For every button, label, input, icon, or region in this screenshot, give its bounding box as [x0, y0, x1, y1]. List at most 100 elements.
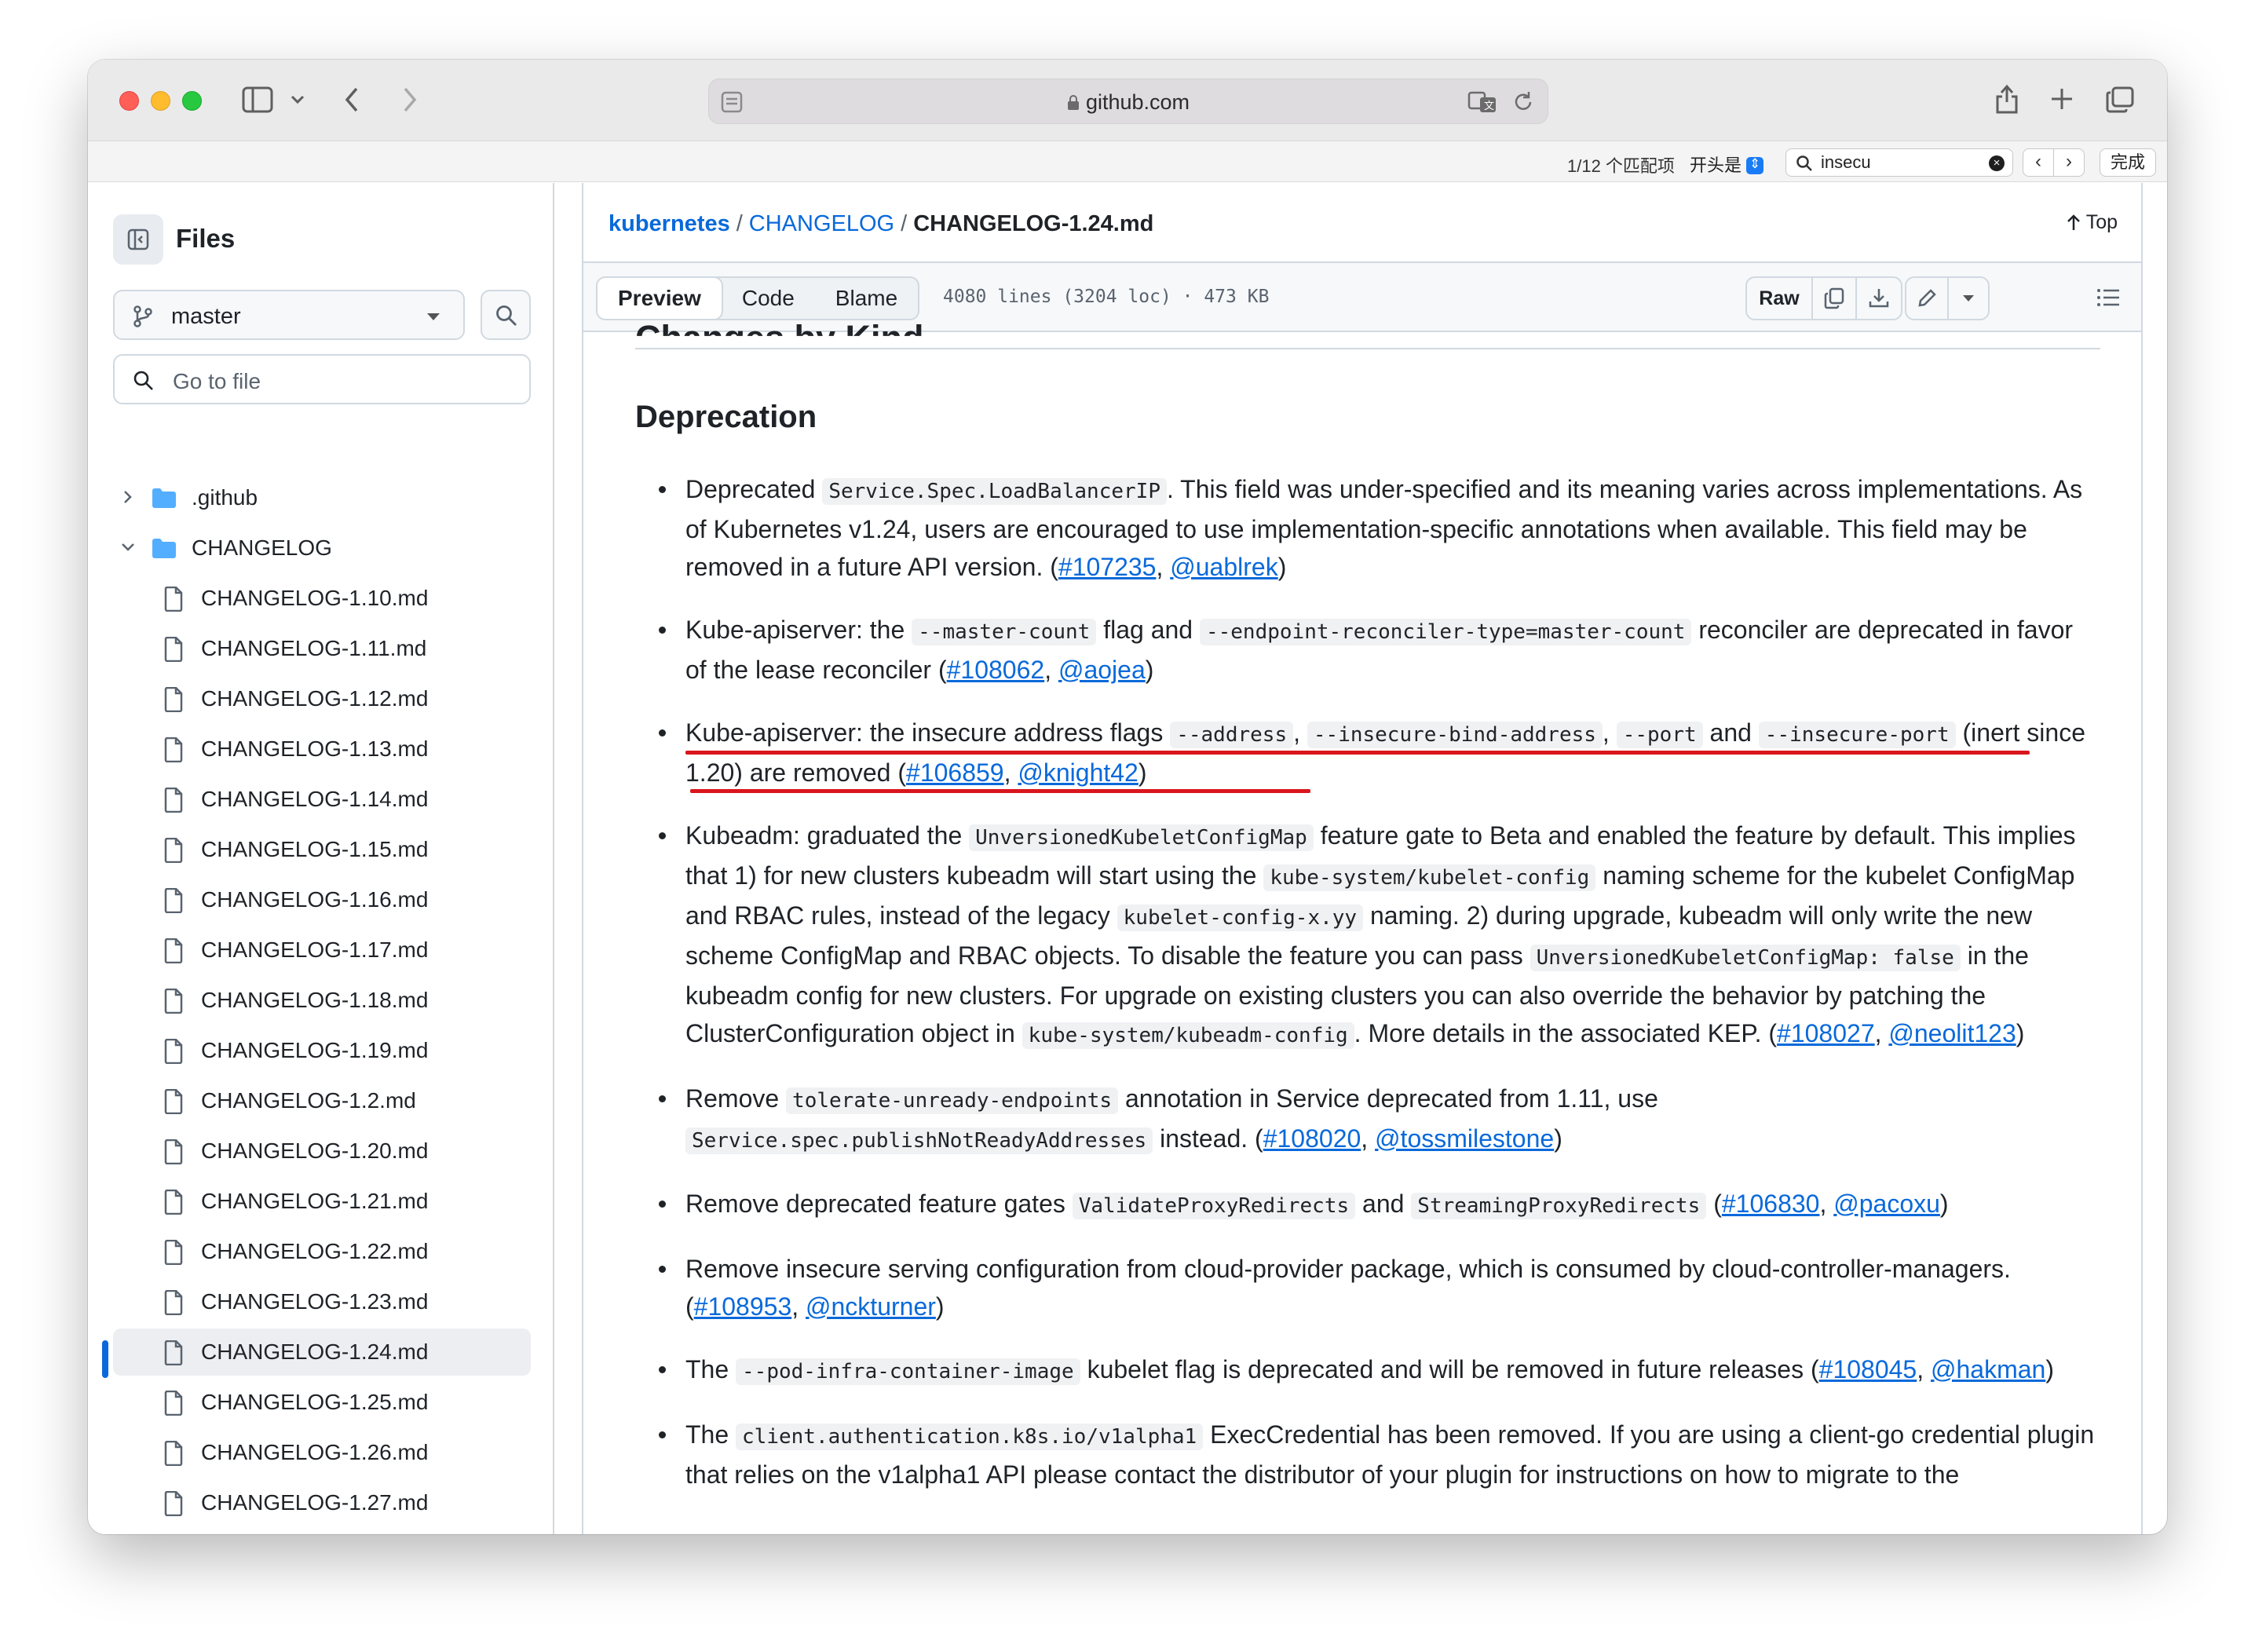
tree-item-label: CHANGELOG-1.10.md [201, 586, 429, 610]
go-to-file-input[interactable]: Go to file [113, 354, 531, 404]
author-link[interactable]: @hakman [1931, 1355, 2045, 1383]
inline-code: kube-system/kubelet-config [1263, 864, 1596, 891]
tab-overview-icon[interactable] [2106, 86, 2134, 113]
file-icon [163, 937, 184, 967]
tree-file-item[interactable]: CHANGELOG-1.15.md [113, 826, 531, 873]
breadcrumb-separator: / [901, 211, 908, 236]
inline-code: --address [1170, 722, 1294, 748]
tree-file-item[interactable]: CHANGELOG-1.22.md [113, 1228, 531, 1275]
pr-link[interactable]: #106859 [906, 758, 1004, 787]
find-mode-label: 开头是 [1690, 155, 1742, 175]
author-link[interactable]: @uablrek [1170, 553, 1277, 581]
new-tab-icon[interactable] [2049, 86, 2074, 111]
collapse-sidebar-button[interactable] [113, 214, 163, 265]
tree-folder-changelog[interactable]: CHANGELOG [113, 524, 531, 572]
file-icon [163, 988, 184, 1018]
tab-code[interactable]: Code [722, 278, 815, 319]
pr-link[interactable]: #107235 [1058, 553, 1157, 581]
svg-text:文: 文 [1484, 101, 1494, 112]
file-icon [163, 887, 184, 917]
back-icon[interactable] [344, 86, 360, 113]
top-button[interactable]: Top [2066, 211, 2118, 234]
copy-raw-button[interactable] [1813, 278, 1857, 319]
tree-file-item[interactable]: CHANGELOG-1.14.md [113, 776, 531, 823]
search-files-button[interactable] [481, 290, 531, 340]
tree-file-item[interactable]: CHANGELOG-1.2.md [113, 1077, 531, 1124]
pr-link[interactable]: #108027 [1777, 1019, 1875, 1047]
tree-file-item[interactable]: CHANGELOG-1.27.md [113, 1479, 531, 1526]
find-done-button[interactable]: 完成 [2100, 148, 2156, 177]
tree-item-label: CHANGELOG-1.27.md [201, 1490, 429, 1515]
forward-icon[interactable] [402, 86, 418, 113]
author-link[interactable]: @neolit123 [1888, 1019, 2016, 1047]
tab-preview[interactable]: Preview [598, 278, 723, 319]
tree-file-item[interactable]: CHANGELOG-1.20.md [113, 1128, 531, 1175]
sidebar-toggle-icon[interactable] [242, 86, 273, 113]
file-tree-sidebar: Files master Go to file .github CHANGELOG… [88, 183, 554, 1534]
list-item: Remove deprecated feature gates Validate… [635, 1185, 2100, 1225]
chevron-down-icon[interactable] [121, 540, 135, 554]
download-button[interactable] [1857, 278, 1901, 319]
share-icon[interactable] [1994, 83, 2019, 115]
file-icon [163, 736, 184, 766]
pr-link[interactable]: #108953 [694, 1292, 792, 1321]
tree-file-item[interactable]: CHANGELOG-1.19.md [113, 1027, 531, 1074]
file-icon [163, 1340, 184, 1369]
clear-icon[interactable]: × [1989, 155, 2005, 171]
tree-file-item[interactable]: CHANGELOG-1.17.md [113, 927, 531, 974]
inline-code: --port [1616, 722, 1703, 748]
raw-button[interactable]: Raw [1747, 278, 1813, 319]
tree-file-item[interactable]: CHANGELOG-1.21.md [113, 1178, 531, 1225]
pr-link[interactable]: #108045 [1819, 1355, 1917, 1383]
translate-icon[interactable]: 文 [1467, 90, 1497, 114]
author-link[interactable]: @aojea [1058, 656, 1146, 684]
pr-link[interactable]: #108062 [947, 656, 1045, 684]
find-field[interactable]: × [1785, 148, 2013, 177]
tree-file-item[interactable]: CHANGELOG-1.16.md [113, 876, 531, 923]
tree-file-item[interactable]: CHANGELOG-1.13.md [113, 725, 531, 773]
file-icon [163, 586, 184, 616]
copy-icon [1824, 287, 1844, 309]
find-match-count: 1/12 个匹配项 [1567, 156, 1675, 176]
tree-file-item[interactable]: CHANGELOG-1.10.md [113, 575, 531, 622]
find-mode-select[interactable]: 开头是 [1690, 152, 1764, 177]
zoom-window-button[interactable] [182, 91, 202, 111]
breadcrumb-folder-link[interactable]: CHANGELOG [749, 211, 894, 236]
author-link[interactable]: @knight42 [1018, 758, 1138, 787]
author-link[interactable]: @tossmilestone [1375, 1124, 1554, 1153]
tree-item-label: CHANGELOG-1.16.md [201, 887, 429, 912]
file-icon [163, 1239, 184, 1269]
pr-link[interactable]: #106830 [1722, 1190, 1820, 1218]
find-previous-button[interactable]: ‹ [2023, 148, 2054, 177]
author-link[interactable]: @nckturner [806, 1292, 936, 1321]
find-input[interactable] [1821, 152, 1978, 173]
author-link[interactable]: @pacoxu [1833, 1190, 1940, 1218]
tree-folder--github[interactable]: .github [113, 474, 531, 521]
tree-file-item[interactable]: CHANGELOG-1.11.md [113, 625, 531, 672]
minimize-window-button[interactable] [151, 91, 170, 111]
caret-down-icon [1963, 295, 1974, 302]
top-label: Top [2085, 211, 2118, 233]
branch-selector[interactable]: master [113, 290, 465, 340]
tree-file-item[interactable]: CHANGELOG-1.18.md [113, 977, 531, 1024]
chevron-right-icon[interactable] [121, 490, 135, 504]
tab-blame[interactable]: Blame [815, 278, 918, 319]
reload-icon[interactable] [1513, 90, 1535, 114]
tree-file-item[interactable]: CHANGELOG-1.28.md [113, 1530, 531, 1534]
tree-file-item[interactable]: CHANGELOG-1.12.md [113, 675, 531, 722]
tree-item-label: CHANGELOG-1.17.md [201, 937, 429, 962]
tree-file-item[interactable]: CHANGELOG-1.25.md [113, 1379, 531, 1426]
edit-button[interactable] [1906, 278, 1949, 319]
close-window-button[interactable] [119, 91, 139, 111]
breadcrumb: kubernetes / CHANGELOG / CHANGELOG-1.24.md [609, 211, 1153, 237]
pr-link[interactable]: #108020 [1263, 1124, 1361, 1153]
tree-file-item[interactable]: CHANGELOG-1.26.md [113, 1429, 531, 1476]
tree-file-item[interactable]: CHANGELOG-1.23.md [113, 1278, 531, 1325]
edit-options-button[interactable] [1949, 278, 1988, 319]
chevron-down-icon[interactable] [291, 94, 305, 105]
find-next-button[interactable]: › [2053, 148, 2085, 177]
breadcrumb-repo-link[interactable]: kubernetes [609, 211, 730, 236]
tree-file-item[interactable]: CHANGELOG-1.24.md [113, 1329, 531, 1376]
outline-button[interactable] [2096, 287, 2121, 312]
address-bar[interactable]: github.com 文 [708, 79, 1548, 124]
